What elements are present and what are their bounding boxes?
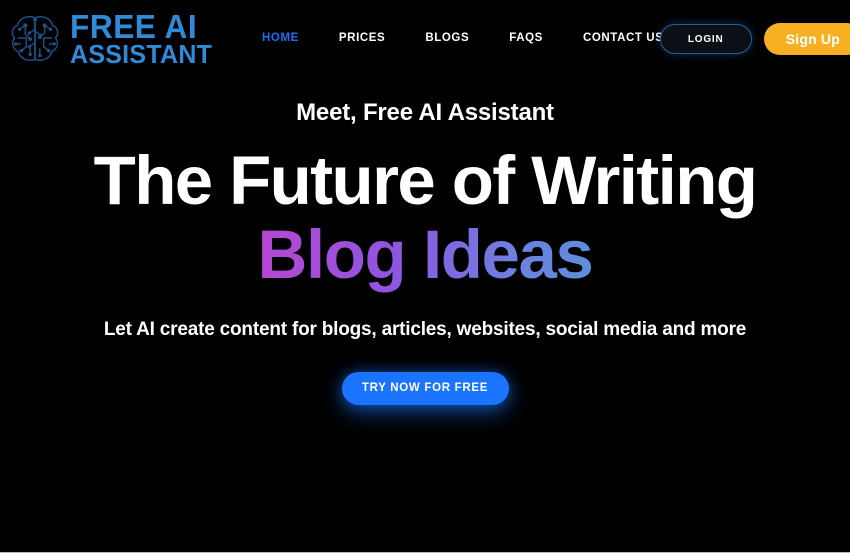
- brand-logo[interactable]: FREE AI ASSISTANT: [4, 8, 218, 70]
- brand-wordmark: FREE AI ASSISTANT: [70, 10, 218, 69]
- nav-item-contact-us[interactable]: CONTACT US: [583, 28, 664, 48]
- header-actions: LOGIN Sign Up: [659, 23, 850, 55]
- nav-item-prices[interactable]: PRICES: [339, 28, 385, 48]
- nav-item-faqs[interactable]: FAQS: [509, 28, 543, 48]
- hero-cta-container: TRY NOW FOR FREE: [0, 371, 850, 405]
- hero-section: Meet, Free AI Assistant The Future of Wr…: [0, 99, 850, 405]
- main-navigation: HOME PRICES BLOGS FAQS CONTACT US: [262, 28, 663, 48]
- hero-eyebrow: Meet, Free AI Assistant: [296, 99, 554, 126]
- nav-item-blogs[interactable]: BLOGS: [425, 28, 469, 48]
- brain-circuit-icon: [11, 15, 59, 61]
- hero-headline-accent: Blog Ideas: [0, 216, 850, 293]
- page-bottom-strip: [0, 552, 850, 560]
- hero-subtitle: Let AI create content for blogs, article…: [103, 318, 747, 340]
- try-now-for-free-button[interactable]: TRY NOW FOR FREE: [341, 371, 509, 405]
- signup-button[interactable]: Sign Up: [763, 23, 850, 55]
- site-header: FREE AI ASSISTANT HOME PRICES BLOGS FAQS…: [0, 0, 850, 77]
- landing-page: FREE AI ASSISTANT HOME PRICES BLOGS FAQS…: [0, 0, 850, 552]
- brand-line-2: ASSISTANT: [70, 38, 213, 69]
- browser-viewport: FREE AI ASSISTANT HOME PRICES BLOGS FAQS…: [0, 0, 850, 560]
- hero-headline: The Future of Writing: [93, 142, 758, 220]
- nav-item-home[interactable]: HOME: [262, 28, 299, 48]
- login-button[interactable]: LOGIN: [659, 24, 752, 54]
